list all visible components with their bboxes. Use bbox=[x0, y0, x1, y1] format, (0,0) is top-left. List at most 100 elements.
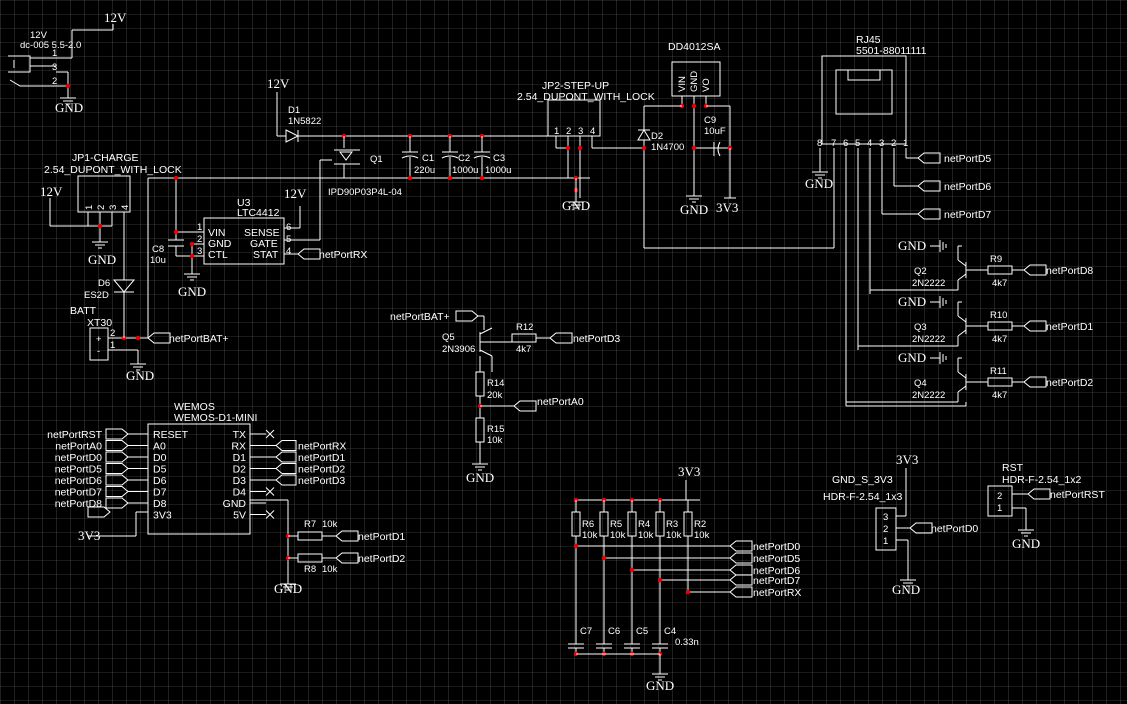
r7-value: 10k bbox=[322, 519, 338, 530]
wemos-pin-d0: D0 bbox=[153, 452, 167, 464]
svg-text:4: 4 bbox=[286, 246, 291, 257]
c9-name: C9 bbox=[704, 115, 716, 126]
pullup-net-rx: netPortRX bbox=[753, 587, 801, 599]
r3-value: 10k bbox=[666, 530, 682, 541]
rj45-pin-8: 8 bbox=[817, 138, 822, 149]
schematic-canvas: 12V dc-005 5.5-2.0 1 3 2 12V GND 12V D1 … bbox=[0, 0, 1127, 704]
net-d0-label: netPortD0 bbox=[931, 523, 978, 535]
dc-jack-pin1: 1 bbox=[52, 48, 57, 59]
c6-name: C6 bbox=[608, 626, 620, 637]
net-d6-label: netPortD6 bbox=[944, 181, 991, 193]
wemos-net-d5: netPortD5 bbox=[55, 464, 102, 476]
supply-12v-label: 12V bbox=[104, 10, 127, 25]
svg-text:3: 3 bbox=[197, 246, 202, 257]
r12-value: 4k7 bbox=[516, 344, 531, 355]
r2-name: R2 bbox=[694, 519, 706, 530]
svg-text:1: 1 bbox=[84, 205, 95, 210]
svg-text:4: 4 bbox=[590, 126, 595, 137]
rst-value: HDR-F-2.54_1x2 bbox=[1002, 474, 1082, 486]
grid-background bbox=[0, 0, 1127, 704]
svg-text:2: 2 bbox=[96, 205, 107, 210]
batt-name: BATT bbox=[70, 305, 97, 317]
wemos-value: WEMOS-D1-MINI bbox=[174, 412, 257, 424]
r6-value: 10k bbox=[582, 530, 598, 541]
supply-3v3-label: 3V3 bbox=[678, 464, 700, 479]
r15-value: 10k bbox=[487, 435, 503, 446]
wemos-net-d8: netPortD8 bbox=[55, 498, 102, 510]
wemos-net-r-rx: netPortRX bbox=[298, 441, 346, 453]
svg-text:+: + bbox=[96, 334, 102, 345]
rj45-value: 5501-88011111 bbox=[856, 45, 927, 57]
wemos-net-rst: netPortRST bbox=[47, 429, 102, 441]
jp1-name: JP1-CHARGE bbox=[72, 152, 139, 164]
r11-name: R11 bbox=[990, 366, 1007, 377]
net-d1-label-q3: netPortD1 bbox=[1046, 321, 1093, 333]
wemos-pin-r-tx: TX bbox=[233, 429, 246, 441]
r9-value: 4k7 bbox=[992, 278, 1007, 289]
gnd-label: GND bbox=[898, 238, 926, 253]
wemos-pin-3v3: 3V3 bbox=[153, 510, 172, 522]
q4-value: 2N2222 bbox=[912, 390, 945, 401]
wemos-pin-r-d3: D3 bbox=[233, 475, 247, 487]
svg-text:1: 1 bbox=[883, 536, 888, 547]
gnd-label: GND bbox=[898, 294, 926, 309]
net-d7-label: netPortD7 bbox=[944, 209, 991, 221]
svg-text:3: 3 bbox=[108, 205, 119, 210]
jp2-value: 2.54_DUPONT_WITH_LOCK bbox=[517, 91, 655, 103]
r4-value: 10k bbox=[638, 530, 654, 541]
c9-value: 10uF bbox=[704, 126, 726, 137]
d2-name: D2 bbox=[651, 131, 663, 142]
gnd-s-value: HDR-F-2.54_1x3 bbox=[823, 491, 903, 503]
net-batp-label: netPortBAT+ bbox=[169, 333, 229, 345]
q1-value: IPD90P03P4L-04 bbox=[328, 187, 402, 198]
q3-name: Q3 bbox=[914, 322, 927, 333]
q5-name: Q5 bbox=[442, 332, 455, 343]
r11-value: 4k7 bbox=[992, 390, 1007, 401]
supply-12v-label: 12V bbox=[40, 184, 63, 199]
svg-text:-: - bbox=[97, 346, 100, 357]
svg-text:VIN: VIN bbox=[677, 76, 688, 92]
net-d2-label-r8: netPortD2 bbox=[358, 553, 405, 565]
net-rx-label: netPortRX bbox=[319, 249, 367, 261]
wemos-net-r-d1: netPortD1 bbox=[298, 452, 345, 464]
supply-3v3-label: 3V3 bbox=[896, 452, 918, 467]
d6-name: D6 bbox=[98, 278, 110, 289]
wemos-net-a0: netPortA0 bbox=[55, 441, 102, 453]
svg-text:2: 2 bbox=[566, 126, 571, 137]
c1-name: C1 bbox=[422, 153, 434, 164]
gnd-label: GND bbox=[898, 350, 926, 365]
svg-text:4: 4 bbox=[120, 205, 131, 210]
net-d2-label-q4: netPortD2 bbox=[1046, 377, 1093, 389]
gnd-label: GND bbox=[55, 100, 83, 115]
q3-value: 2N2222 bbox=[912, 334, 945, 345]
q1-name: Q1 bbox=[370, 154, 383, 165]
gnd-label: GND bbox=[88, 252, 116, 267]
gnd-label: GND bbox=[805, 176, 833, 191]
r10-value: 4k7 bbox=[992, 334, 1007, 345]
net-rst-label: netPortRST bbox=[1050, 489, 1105, 501]
r2-value: 10k bbox=[694, 530, 710, 541]
gnd-label: GND bbox=[680, 202, 708, 217]
svg-text:1: 1 bbox=[197, 222, 202, 233]
gnd-label: GND bbox=[466, 470, 494, 485]
wemos-pin-reset: RESET bbox=[153, 429, 189, 441]
rj45-pin-4: 4 bbox=[867, 138, 872, 149]
wemos-pin-d8: D8 bbox=[153, 498, 167, 510]
pullup-net-d7: netPortD7 bbox=[753, 575, 800, 587]
svg-text:1: 1 bbox=[997, 503, 1002, 514]
r8-value: 10k bbox=[322, 564, 338, 575]
svg-text:2: 2 bbox=[197, 234, 202, 245]
q2-value: 2N2222 bbox=[912, 278, 945, 289]
wemos-pin-r-d1: D1 bbox=[233, 452, 247, 464]
wemos-net-r-d3: netPortD3 bbox=[298, 475, 345, 487]
r15-name: R15 bbox=[487, 424, 504, 435]
c4-name: C4 bbox=[664, 626, 676, 637]
batt-value: XT30 bbox=[87, 317, 112, 329]
gnd-label: GND bbox=[646, 678, 674, 693]
c7-name: C7 bbox=[580, 626, 592, 637]
svg-text:CTL: CTL bbox=[208, 249, 228, 261]
wemos-pin-r-rx: RX bbox=[231, 441, 246, 453]
c5-name: C5 bbox=[636, 626, 648, 637]
wemos-pin-r-5v: 5V bbox=[233, 510, 246, 522]
c2-value: 1000u bbox=[452, 165, 478, 176]
